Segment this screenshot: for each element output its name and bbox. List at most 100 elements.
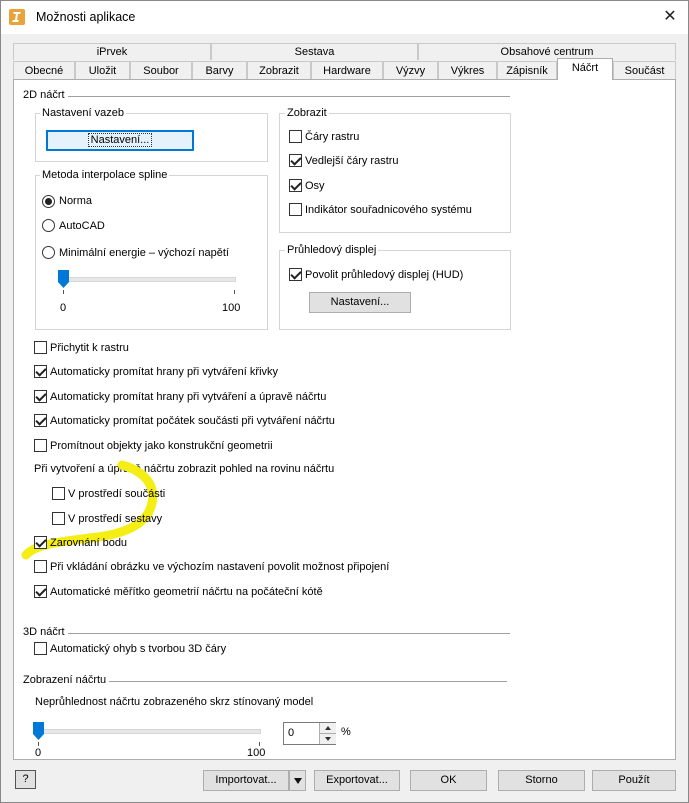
button-label: OK (440, 774, 457, 786)
opacity-label: Neprůhlednost náčrtu zobrazeného skrz st… (35, 696, 314, 708)
tab-label: Zobrazit (259, 65, 299, 77)
group-title-constraints: Nastavení vazeb (40, 107, 126, 119)
opacity-slider-ticks (38, 742, 260, 746)
checkbox-image-link[interactable] (34, 560, 47, 573)
spline-slider-thumb[interactable] (58, 270, 69, 288)
ok-button[interactable]: OK (410, 770, 487, 791)
help-icon: ? (22, 773, 29, 785)
label-axes: Osy (305, 180, 325, 192)
close-icon: ✕ (663, 8, 677, 25)
label-image-link: Při vkládání obrázku ve výchozím nastave… (50, 561, 390, 573)
label-auto-project-edit: Automaticky promítat hrany při vytváření… (50, 391, 327, 403)
label-assembly-environment: V prostředí sestavy (68, 513, 163, 525)
checkbox-auto-scale[interactable] (34, 585, 47, 598)
radio-label-minimal-energy: Minimální energie – výchozí napětí (59, 247, 229, 259)
checkbox-assembly-environment[interactable] (52, 512, 65, 525)
opacity-slider-min: 0 (35, 747, 42, 759)
opacity-slider-thumb[interactable] (33, 722, 44, 740)
group-title-hud: Průhledový displej (285, 244, 379, 256)
tab-label: Hardware (323, 65, 371, 77)
section-title-sketch-display: Zobrazení náčrtu (23, 674, 110, 686)
checkbox-point-alignment[interactable] (34, 536, 47, 549)
checkbox-auto-project-curve[interactable] (34, 365, 47, 378)
checkbox-auto-project-origin[interactable] (34, 414, 47, 427)
radio-autocad[interactable] (42, 219, 55, 232)
checkbox-part-environment[interactable] (52, 487, 65, 500)
tab-label: Barvy (205, 65, 234, 77)
section-title-3d-sketch: 3D náčrt (23, 626, 68, 638)
tab-zapisnik[interactable]: Zápisník (497, 61, 557, 79)
checkbox-auto-bend[interactable] (34, 642, 47, 655)
window-title: Možnosti aplikace (36, 10, 136, 24)
close-button[interactable]: ✕ (652, 1, 688, 33)
spline-slider-track[interactable] (60, 277, 236, 282)
tab-obsahove-centrum[interactable]: Obsahové centrum (418, 43, 676, 60)
tab-vykres[interactable]: Výkres (438, 61, 497, 79)
constraint-settings-button[interactable]: Nastavení... (46, 130, 194, 151)
export-button[interactable]: Exportovat... (314, 770, 400, 791)
help-button[interactable]: ? (15, 770, 36, 789)
label-auto-project-curve: Automaticky promítat hrany při vytváření… (50, 366, 279, 378)
highlight-annotation (21, 460, 158, 560)
tab-ulozit[interactable]: Uložit (75, 61, 130, 79)
tab-label: Sestava (294, 46, 335, 58)
opacity-spinner[interactable]: 0 (283, 722, 336, 745)
apply-button[interactable]: Použít (592, 770, 676, 791)
label-point-alignment: Zarovnání bodu (50, 537, 128, 549)
label-part-environment: V prostředí součásti (68, 488, 166, 500)
checkbox-construction-geometry[interactable] (34, 439, 47, 452)
tab-obecne[interactable]: Obecné (13, 61, 75, 79)
button-label: Nastavení... (330, 296, 390, 308)
tab-label: iPrvek (96, 46, 128, 58)
section-separator (24, 96, 510, 97)
label-auto-scale: Automatické měřítko geometrií náčrtu na … (50, 586, 323, 598)
tab-vyzvy[interactable]: Výzvy (383, 61, 438, 79)
tab-hardware[interactable]: Hardware (311, 61, 383, 79)
tab-label: Obecné (24, 65, 64, 77)
opacity-unit: % (341, 726, 351, 738)
import-button[interactable]: Importovat... (203, 770, 289, 791)
tab-sestava[interactable]: Sestava (211, 43, 418, 60)
tab-soubor[interactable]: Soubor (130, 61, 192, 79)
checkbox-grid-lines[interactable] (289, 130, 302, 143)
import-dropdown-button[interactable] (289, 770, 306, 791)
cancel-button[interactable]: Storno (498, 770, 585, 791)
tab-label: Soubor (143, 65, 179, 77)
tab-barvy[interactable]: Barvy (192, 61, 247, 79)
tab-soucast[interactable]: Součást (613, 61, 676, 79)
button-label: Nastavení... (87, 133, 153, 147)
tab-nacrt[interactable]: Náčrt (557, 58, 613, 80)
label-coord-indicator: Indikátor souřadnicového systému (305, 204, 472, 216)
title-bar: Možnosti aplikace ✕ (0, 0, 689, 34)
tab-zobrazit[interactable]: Zobrazit (247, 61, 311, 79)
tab-label: Výzvy (395, 65, 426, 77)
spinner-up-button[interactable] (319, 723, 336, 734)
checkbox-axes[interactable] (289, 179, 302, 192)
checkbox-coord-indicator[interactable] (289, 203, 302, 216)
checkbox-snap-to-grid[interactable] (34, 341, 47, 354)
hud-settings-button[interactable]: Nastavení... (309, 292, 411, 313)
inventor-app-icon (9, 9, 25, 25)
opacity-slider-max: 100 (247, 747, 266, 759)
radio-norma[interactable] (42, 195, 55, 208)
checkbox-minor-grid-lines[interactable] (289, 154, 302, 167)
section-separator (24, 633, 510, 634)
dropdown-arrow-icon (293, 778, 302, 784)
label-minor-grid-lines: Vedlejší čáry rastru (305, 155, 399, 167)
tab-iprvek[interactable]: iPrvek (13, 43, 211, 60)
label-auto-bend: Automatický ohyb s tvorbou 3D čáry (50, 643, 227, 655)
button-label: Použít (618, 774, 650, 786)
button-label: Storno (525, 774, 558, 786)
radio-minimal-energy[interactable] (42, 246, 55, 259)
spline-slider-min: 0 (60, 302, 67, 314)
button-label: Importovat... (215, 774, 277, 786)
checkbox-auto-project-edit[interactable] (34, 390, 47, 403)
tab-label: Obsahové centrum (500, 46, 594, 58)
tab-label: Zápisník (506, 65, 548, 77)
label-construction-geometry: Promítnout objekty jako konstrukční geom… (50, 440, 273, 452)
opacity-slider-track[interactable] (35, 729, 261, 734)
section-title-2d-sketch: 2D náčrt (23, 89, 68, 101)
spinner-down-button[interactable] (319, 734, 336, 744)
checkbox-enable-hud[interactable] (289, 268, 302, 281)
button-label: Exportovat... (326, 774, 388, 786)
